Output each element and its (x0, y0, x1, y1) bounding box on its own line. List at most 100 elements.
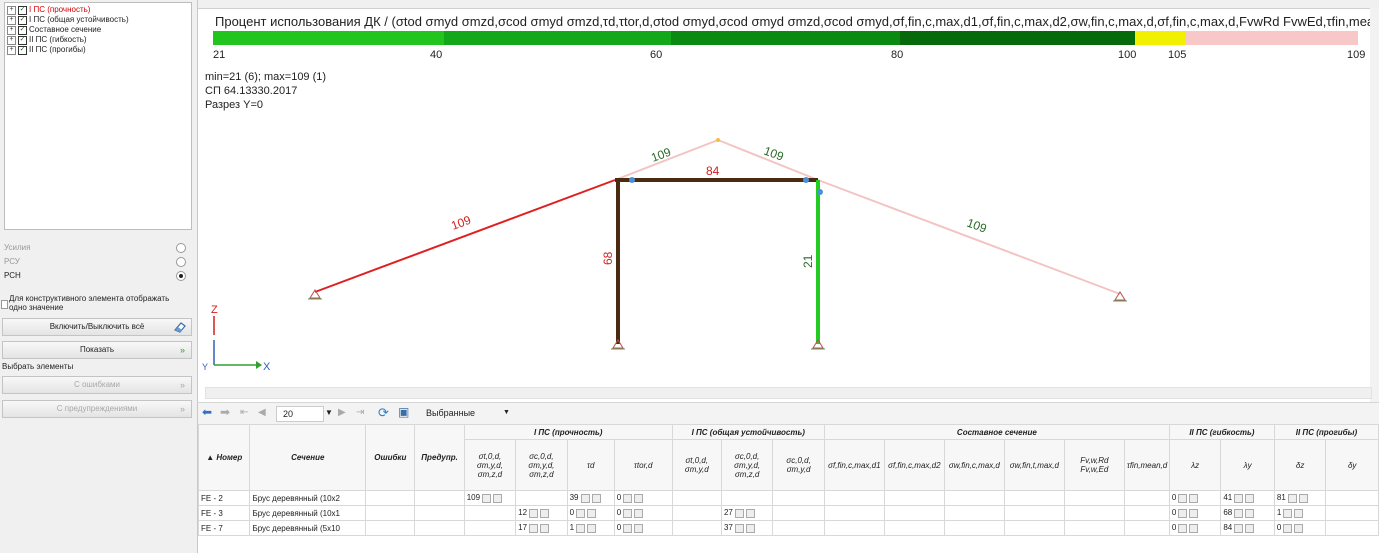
row-cell[interactable]: 0 (1168, 505, 1222, 521)
row-cell[interactable] (365, 505, 416, 521)
checkbox-icon[interactable]: ✓ (18, 5, 27, 15)
row-cell[interactable] (772, 520, 825, 536)
sub-header[interactable]: σc,0,d, σm,y,d, σm,z,d (720, 439, 774, 491)
sub-header[interactable]: δz (1273, 439, 1327, 491)
detail-icon[interactable] (1245, 508, 1255, 518)
show-button[interactable]: Показать » (2, 341, 192, 359)
row-id[interactable]: FE - 2 (197, 490, 251, 506)
detail-icon[interactable] (634, 493, 644, 503)
checkbox-icon[interactable]: ✓ (18, 25, 27, 35)
checkbox[interactable] (1, 300, 8, 309)
horizontal-scrollbar[interactable] (205, 387, 1372, 399)
rafter-left-lower[interactable] (314, 179, 616, 293)
row-cell[interactable] (883, 505, 945, 521)
row-cell[interactable] (1325, 490, 1379, 506)
row-cell[interactable] (943, 505, 1005, 521)
row-cell[interactable] (463, 505, 517, 521)
radio-rsn[interactable]: РСН (4, 270, 190, 282)
row-cell[interactable] (1123, 505, 1170, 521)
with-warnings-button[interactable]: С предупреждениями » (2, 400, 192, 418)
detail-icon[interactable] (734, 508, 744, 518)
row-cell[interactable] (823, 520, 885, 536)
detail-icon[interactable] (745, 523, 755, 533)
sub-header[interactable]: Fv,w,Rd Fv,w,Ed (1063, 439, 1125, 491)
filter-select[interactable]: Выбранные (426, 408, 475, 418)
row-cell[interactable]: 12 (515, 505, 568, 521)
radio-forces[interactable]: Усилия (4, 242, 190, 254)
sub-header[interactable]: λz (1168, 439, 1222, 491)
row-section[interactable]: Брус деревянный (10x2 (249, 490, 367, 506)
detail-icon[interactable] (1234, 493, 1244, 503)
detail-icon[interactable] (623, 493, 633, 503)
checkbox-icon[interactable]: ✓ (18, 45, 27, 55)
radio-button[interactable] (176, 243, 186, 253)
row-cell[interactable] (1325, 520, 1379, 536)
detail-icon[interactable] (1245, 523, 1255, 533)
prev-page-icon[interactable]: ◀ (258, 407, 266, 418)
detail-icon[interactable] (1294, 523, 1304, 533)
row-cell[interactable]: 39 (566, 490, 615, 506)
row-cell[interactable]: 0 (566, 505, 615, 521)
detail-icon[interactable] (529, 523, 539, 533)
detail-icon[interactable] (1294, 508, 1304, 518)
row-cell[interactable]: 84 (1220, 520, 1275, 536)
checkbox-icon[interactable]: ✓ (18, 35, 27, 45)
row-cell[interactable] (1123, 520, 1170, 536)
col-warnings[interactable]: Предупр. (414, 424, 465, 491)
detail-icon[interactable] (529, 508, 539, 518)
detail-icon[interactable] (576, 523, 586, 533)
node[interactable] (803, 177, 809, 183)
table-row[interactable]: FE - 3 Брус деревянный (10x1 12 0 0 27 0 68 1 (197, 505, 1379, 521)
refresh-icon[interactable]: ⟳ (378, 405, 389, 421)
expand-icon[interactable]: + (7, 25, 16, 35)
sub-header[interactable]: σc,0,d, σm,y,d, σm,z,d (515, 439, 568, 491)
detail-icon[interactable] (734, 523, 744, 533)
row-cell[interactable]: 0 (613, 520, 673, 536)
row-cell[interactable] (1123, 490, 1170, 506)
next-page-icon[interactable]: ▶ (338, 407, 346, 418)
sub-header[interactable]: σt,0,d, σm,y,d (671, 439, 722, 491)
detail-icon[interactable] (493, 493, 503, 503)
detail-icon[interactable] (1189, 523, 1199, 533)
row-cell[interactable] (823, 490, 885, 506)
row-cell[interactable]: 0 (1168, 490, 1222, 506)
sub-header[interactable]: τfin,mean,d (1123, 439, 1170, 491)
row-cell[interactable]: 41 (1220, 490, 1275, 506)
row-cell[interactable] (414, 505, 465, 521)
row-cell[interactable] (671, 505, 722, 521)
sub-header[interactable]: σw,fin,c,max,d (943, 439, 1005, 491)
page-size-select[interactable]: 20 (276, 406, 324, 422)
first-page-icon[interactable]: ⇤ (240, 407, 248, 418)
row-cell[interactable] (1003, 520, 1065, 536)
sub-header[interactable]: σf,fin,c,max,d1 (823, 439, 885, 491)
row-cell[interactable] (1063, 490, 1125, 506)
sub-header[interactable]: τd (566, 439, 615, 491)
table-row[interactable]: FE - 2 Брус деревянный (10x2 109 39 0 0 41 81 (197, 490, 1379, 506)
row-cell[interactable]: 17 (515, 520, 568, 536)
sub-header[interactable]: σw,fin,t,max,d (1003, 439, 1065, 491)
row-section[interactable]: Брус деревянный (10x1 (249, 505, 367, 521)
detail-icon[interactable] (540, 508, 550, 518)
row-cell[interactable] (365, 490, 416, 506)
detail-icon[interactable] (1178, 493, 1188, 503)
detail-icon[interactable] (623, 508, 633, 518)
forward-icon[interactable]: ➡ (220, 405, 230, 419)
tree-item-deflection[interactable]: + ✓ II ПС (прогибы) (7, 45, 86, 55)
node[interactable] (716, 138, 720, 142)
row-cell[interactable] (1003, 505, 1065, 521)
detail-icon[interactable] (1234, 508, 1244, 518)
chevron-down-icon[interactable]: ▼ (325, 408, 333, 417)
detail-icon[interactable] (1189, 493, 1199, 503)
row-cell[interactable]: 0 (1168, 520, 1222, 536)
detail-icon[interactable] (576, 508, 586, 518)
print-icon[interactable]: ▣ (398, 405, 409, 419)
row-cell[interactable] (1063, 520, 1125, 536)
row-cell[interactable] (772, 490, 825, 506)
detail-icon[interactable] (1245, 493, 1255, 503)
expand-icon[interactable]: + (7, 45, 16, 55)
with-errors-button[interactable]: С ошибками » (2, 376, 192, 394)
checkbox-icon[interactable]: ✓ (18, 15, 27, 25)
toggle-all-button[interactable]: Включить/Выключить всё (2, 318, 192, 336)
col-number[interactable]: ▲ Номер (197, 424, 251, 491)
detail-icon[interactable] (634, 523, 644, 533)
